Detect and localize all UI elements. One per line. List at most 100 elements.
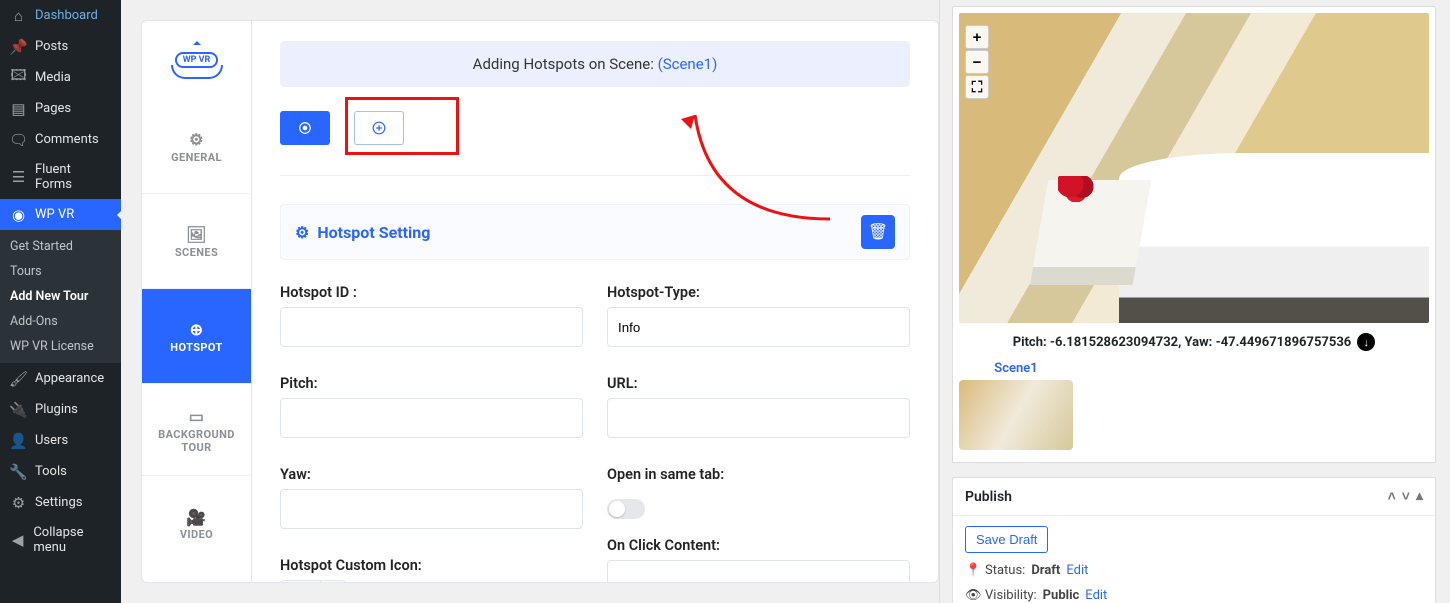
coords-text: Pitch: -6.181528623094732, Yaw: -47.4496… bbox=[1013, 335, 1352, 350]
field-custom-icon: Hotspot Custom Icon: ▾ i bbox=[280, 557, 583, 583]
caret-up-icon[interactable]: ▴ bbox=[1416, 488, 1423, 505]
field-hotspot-id: Hotspot ID : bbox=[280, 284, 583, 347]
switch-same-tab[interactable] bbox=[607, 499, 645, 519]
visibility-edit-link[interactable]: Edit bbox=[1085, 588, 1107, 603]
visibility-row: 👁 Visibility: Public Edit bbox=[965, 588, 1423, 603]
submenu-addnewtour[interactable]: Add New Tour bbox=[0, 284, 121, 309]
menu-appearance[interactable]: 🖌 Appearance bbox=[0, 363, 121, 394]
menu-comments[interactable]: 🗨 Comments bbox=[0, 124, 121, 155]
zoom-out-button[interactable]: − bbox=[965, 50, 989, 74]
thumb-image bbox=[959, 380, 1073, 450]
tab-backgroundtour[interactable]: ▭BACKGROUND TOUR bbox=[142, 384, 251, 476]
notice-prefix: Adding Hotspots on Scene: bbox=[473, 55, 658, 73]
field-yaw: Yaw: bbox=[280, 466, 583, 529]
hotspot-form: Hotspot ID : Hotspot-Type: Info Pitch: bbox=[280, 284, 910, 583]
label-hotspot-type: Hotspot-Type: bbox=[607, 284, 910, 301]
menu-label: Settings bbox=[35, 495, 82, 510]
menu-plugins[interactable]: 🔌Plugins bbox=[0, 394, 121, 425]
menu-collapse[interactable]: ◀Collapse menu bbox=[0, 518, 121, 562]
iconpicker-preview bbox=[281, 581, 321, 583]
submenu-addons[interactable]: Add-Ons bbox=[0, 309, 121, 334]
submenu-getstarted[interactable]: Get Started bbox=[0, 234, 121, 259]
submenu-wpvr: Get Started Tours Add New Tour Add-Ons W… bbox=[0, 230, 121, 363]
preview-card: + − ⛶ Pitch: -6.181528623094732, Yaw: -4… bbox=[952, 6, 1436, 463]
field-pitch: Pitch: bbox=[280, 375, 583, 438]
publish-head: Publish ˄ ˅ ▴ bbox=[953, 478, 1435, 516]
textarea-on-click[interactable] bbox=[607, 560, 910, 583]
menu-label: WP VR bbox=[35, 207, 74, 222]
thumb-label: Scene1 bbox=[959, 361, 1073, 376]
publish-body: Save Draft 📍 Status: Draft Edit 👁 Visibi… bbox=[953, 516, 1435, 603]
tool-icon: 🔧 bbox=[10, 463, 27, 480]
hotspot-current-button[interactable] bbox=[280, 111, 330, 145]
wpvr-logo: WP VR bbox=[142, 21, 251, 99]
tab-video[interactable]: 🎥VIDEO bbox=[142, 476, 251, 571]
input-pitch[interactable] bbox=[280, 398, 583, 438]
label-custom-icon: Hotspot Custom Icon: bbox=[280, 557, 583, 574]
menu-media[interactable]: 🖾Media bbox=[0, 62, 121, 93]
status-edit-link[interactable]: Edit bbox=[1066, 563, 1088, 578]
vr-icon: ◉ bbox=[10, 206, 27, 223]
input-url[interactable] bbox=[607, 398, 910, 438]
field-same-tab: Open in same tab: bbox=[607, 466, 910, 529]
preview-controls: + − ⛶ bbox=[965, 25, 989, 99]
label-same-tab: Open in same tab: bbox=[607, 466, 910, 483]
highlight-rect bbox=[345, 97, 459, 155]
save-draft-button[interactable]: Save Draft bbox=[965, 526, 1048, 553]
menu-label: Comments bbox=[35, 132, 99, 147]
zoom-in-button[interactable]: + bbox=[965, 25, 989, 49]
editor-vtabs: WP VR ⚙GENERAL 🖼SCENES ⊕HOTSPOT ▭BACKGRO… bbox=[141, 20, 252, 583]
tab-hotspot[interactable]: ⊕HOTSPOT bbox=[142, 289, 251, 384]
brush-icon: 🖌 bbox=[10, 370, 27, 387]
chevron-up-icon[interactable]: ˄ bbox=[1388, 488, 1396, 505]
menu-tools[interactable]: 🔧 Tools bbox=[0, 456, 121, 487]
label-url: URL: bbox=[607, 375, 910, 392]
field-on-click: On Click Content: bbox=[607, 537, 910, 583]
menu-wpvr[interactable]: ◉ WP VR bbox=[0, 199, 121, 230]
preview-frame[interactable]: + − ⛶ bbox=[959, 13, 1429, 323]
pin-icon: 📌 bbox=[10, 38, 27, 55]
status-label: Status: bbox=[985, 563, 1025, 578]
chevron-down-icon[interactable]: ˅ bbox=[1402, 488, 1410, 505]
menu-pages[interactable]: ▤Pages bbox=[0, 93, 121, 124]
user-icon: 👤 bbox=[10, 432, 27, 449]
tab-general[interactable]: ⚙GENERAL bbox=[142, 99, 251, 194]
menu-label: Appearance bbox=[35, 371, 104, 386]
iconpicker[interactable]: ▾ bbox=[280, 580, 346, 583]
menu-dashboard[interactable]: ⌂Dashboard bbox=[0, 0, 121, 31]
fullscreen-button[interactable]: ⛶ bbox=[965, 75, 989, 99]
menu-label: Posts bbox=[35, 39, 68, 54]
preview-decoration bbox=[1058, 176, 1098, 202]
collapse-icon: ◀ bbox=[10, 532, 25, 549]
publish-title: Publish bbox=[965, 489, 1012, 505]
input-yaw[interactable] bbox=[280, 489, 583, 529]
menu-settings[interactable]: ⚙Settings bbox=[0, 487, 121, 518]
scene-notice: Adding Hotspots on Scene: (Scene1) bbox=[280, 41, 910, 87]
menu-users[interactable]: 👤Users bbox=[0, 425, 121, 456]
vertical-divider bbox=[939, 0, 940, 603]
hotspot-tab-row bbox=[280, 111, 910, 176]
menu-label: Tools bbox=[35, 464, 67, 479]
submenu-tours[interactable]: Tours bbox=[0, 259, 121, 284]
image-icon: 🖼 bbox=[186, 224, 207, 246]
comment-icon: 🗨 bbox=[10, 131, 27, 148]
submenu-license[interactable]: WP VR License bbox=[0, 334, 121, 359]
menu-posts[interactable]: 📌 Posts bbox=[0, 31, 121, 62]
coords-readout: Pitch: -6.181528623094732, Yaw: -47.4496… bbox=[959, 333, 1429, 351]
menu-label: Pages bbox=[35, 101, 71, 116]
tab-scenes[interactable]: 🖼SCENES bbox=[142, 194, 251, 289]
menu-fluentforms[interactable]: ☰Fluent Forms bbox=[0, 155, 121, 199]
download-icon[interactable]: ↓ bbox=[1357, 333, 1375, 351]
label-yaw: Yaw: bbox=[280, 466, 583, 483]
menu-label: Fluent Forms bbox=[35, 162, 111, 192]
scene-thumbnail[interactable]: Scene1 bbox=[959, 361, 1073, 450]
submenu-label: Tours bbox=[10, 264, 42, 279]
annotation-arrow bbox=[460, 99, 840, 229]
notice-scene-link[interactable]: (Scene1) bbox=[658, 55, 718, 73]
input-hotspot-id[interactable] bbox=[280, 307, 583, 347]
tab-label: GENERAL bbox=[171, 151, 222, 164]
video-icon: 🎥 bbox=[186, 506, 206, 528]
delete-hotspot-button[interactable]: 🗑 bbox=[861, 215, 895, 249]
bg-icon: ▭ bbox=[189, 406, 205, 428]
select-hotspot-type[interactable]: Info bbox=[607, 307, 910, 347]
